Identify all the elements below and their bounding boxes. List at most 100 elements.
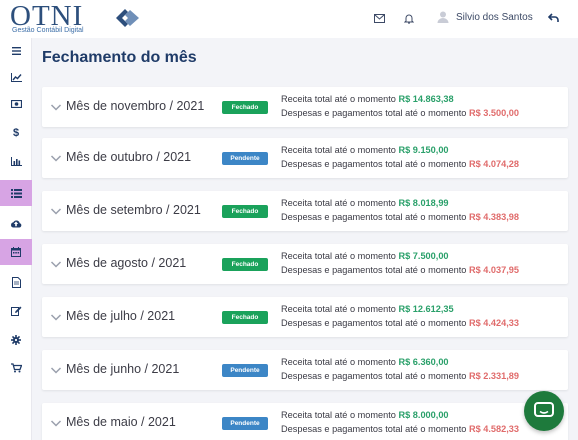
revenue-label: Receita total até o momento (281, 251, 396, 261)
status-badge: Fechado (222, 205, 268, 218)
expenses-value: R$ 2.331,89 (468, 371, 520, 381)
chat-button[interactable] (524, 391, 564, 431)
status-badge: Pendente (222, 417, 268, 430)
sidebar-item-charts[interactable] (0, 64, 32, 90)
expenses-value: R$ 4.074,28 (468, 159, 520, 169)
status-badge: Pendente (222, 364, 268, 377)
money-icon (10, 100, 22, 108)
sidebar-item-list[interactable] (0, 180, 32, 206)
revenue-label: Receita total até o momento (281, 410, 396, 420)
month-title[interactable]: Mês de outubro / 2021 (66, 150, 191, 164)
revenue-value: R$ 8.018,99 (398, 198, 449, 208)
revenue-line: Receita total até o momento R$ 8.018,99 (281, 198, 449, 208)
expenses-label: Despesas e pagamentos total até o moment… (281, 108, 467, 118)
brand-logo[interactable]: OTNI Gestão Contábil Digital (10, 1, 142, 36)
revenue-label: Receita total até o momento (281, 94, 396, 104)
expenses-value: R$ 4.424,33 (468, 318, 520, 328)
month-card[interactable]: Mês de junho / 2021 Pendente Receita tot… (42, 350, 568, 390)
chevron-down-icon[interactable] (50, 258, 62, 270)
top-header: OTNI Gestão Contábil Digital Silvio dos … (0, 0, 578, 38)
revenue-value: R$ 12.612,35 (398, 304, 454, 314)
expenses-line: Despesas e pagamentos total até o moment… (281, 159, 519, 169)
chevron-down-icon[interactable] (50, 101, 62, 113)
expenses-value: R$ 4.037,95 (468, 265, 520, 275)
month-card[interactable]: Mês de novembro / 2021 Fechado Receita t… (42, 87, 568, 127)
document-icon (11, 276, 21, 288)
expenses-value: R$ 3.500,00 (468, 108, 520, 118)
sidebar-item-cash[interactable] (0, 91, 32, 117)
revenue-line: Receita total até o momento R$ 9.150,00 (281, 145, 449, 155)
expenses-value: R$ 4.582,33 (468, 424, 520, 434)
sidebar-item-calendar[interactable] (0, 239, 32, 265)
sidebar-item-reports[interactable] (0, 148, 32, 174)
logout-icon[interactable] (546, 11, 560, 25)
sidebar-menu-toggle[interactable] (0, 38, 32, 64)
gear-icon (11, 335, 21, 345)
expenses-label: Despesas e pagamentos total até o moment… (281, 265, 467, 275)
month-title[interactable]: Mês de novembro / 2021 (66, 99, 204, 113)
logo-mark-icon (116, 9, 139, 27)
month-card[interactable]: Mês de julho / 2021 Fechado Receita tota… (42, 297, 568, 337)
chevron-down-icon[interactable] (50, 152, 62, 164)
mail-icon[interactable] (372, 11, 386, 25)
sidebar: $ (0, 38, 32, 440)
dollar-icon: $ (13, 127, 19, 138)
chevron-down-icon[interactable] (50, 205, 62, 217)
status-badge: Fechado (222, 311, 268, 324)
chat-icon (534, 402, 554, 417)
expenses-line: Despesas e pagamentos total até o moment… (281, 318, 519, 328)
expenses-value: R$ 4.383,98 (468, 212, 520, 222)
expenses-label: Despesas e pagamentos total até o moment… (281, 212, 467, 222)
sidebar-item-edit[interactable] (0, 298, 32, 324)
bell-icon[interactable] (402, 11, 416, 25)
cart-icon (10, 363, 22, 373)
list-icon (10, 188, 22, 198)
month-card[interactable]: Mês de setembro / 2021 Fechado Receita t… (42, 191, 568, 231)
sidebar-item-settings[interactable] (0, 327, 32, 353)
bar-chart-icon (10, 156, 22, 166)
menu-icon (11, 47, 21, 55)
month-title[interactable]: Mês de maio / 2021 (66, 415, 176, 429)
expenses-line: Despesas e pagamentos total até o moment… (281, 212, 519, 222)
expenses-label: Despesas e pagamentos total até o moment… (281, 424, 467, 434)
sidebar-item-shop[interactable] (0, 355, 32, 381)
revenue-line: Receita total até o momento R$ 8.000,00 (281, 410, 449, 420)
chevron-down-icon[interactable] (50, 364, 62, 376)
month-title[interactable]: Mês de setembro / 2021 (66, 203, 201, 217)
month-title[interactable]: Mês de julho / 2021 (66, 309, 175, 323)
revenue-line: Receita total até o momento R$ 12.612,35 (281, 304, 454, 314)
cloud-upload-icon (11, 219, 22, 227)
month-title[interactable]: Mês de junho / 2021 (66, 362, 179, 376)
edit-icon (10, 306, 21, 316)
user-name[interactable]: Silvio dos Santos (456, 12, 533, 23)
revenue-value: R$ 9.150,00 (398, 145, 449, 155)
revenue-line: Receita total até o momento R$ 14.863,38 (281, 94, 454, 104)
sidebar-item-upload[interactable] (0, 210, 32, 236)
expenses-line: Despesas e pagamentos total até o moment… (281, 371, 519, 381)
user-avatar-icon[interactable] (436, 10, 450, 24)
expenses-line: Despesas e pagamentos total até o moment… (281, 108, 519, 118)
page-title: Fechamento do mês (42, 49, 197, 66)
chevron-down-icon[interactable] (50, 311, 62, 323)
expenses-line: Despesas e pagamentos total até o moment… (281, 424, 519, 434)
svg-text:$: $ (13, 127, 19, 138)
revenue-line: Receita total até o momento R$ 6.360,00 (281, 357, 449, 367)
month-card[interactable]: Mês de outubro / 2021 Pendente Receita t… (42, 138, 568, 178)
month-title[interactable]: Mês de agosto / 2021 (66, 256, 186, 270)
revenue-value: R$ 7.500,00 (398, 251, 449, 261)
revenue-label: Receita total até o momento (281, 357, 396, 367)
month-card[interactable]: Mês de maio / 2021 Pendente Receita tota… (42, 403, 568, 440)
revenue-value: R$ 6.360,00 (398, 357, 449, 367)
revenue-value: R$ 14.863,38 (398, 94, 454, 104)
sidebar-item-finance[interactable]: $ (0, 119, 32, 145)
revenue-label: Receita total até o momento (281, 198, 396, 208)
revenue-line: Receita total até o momento R$ 7.500,00 (281, 251, 449, 261)
status-badge: Pendente (222, 152, 268, 165)
chevron-down-icon[interactable] (50, 417, 62, 429)
status-badge: Fechado (222, 258, 268, 271)
expenses-label: Despesas e pagamentos total até o moment… (281, 159, 467, 169)
sidebar-item-documents[interactable] (0, 269, 32, 295)
month-card[interactable]: Mês de agosto / 2021 Fechado Receita tot… (42, 244, 568, 284)
status-badge: Fechado (222, 101, 268, 114)
brand-tagline: Gestão Contábil Digital (12, 27, 84, 34)
